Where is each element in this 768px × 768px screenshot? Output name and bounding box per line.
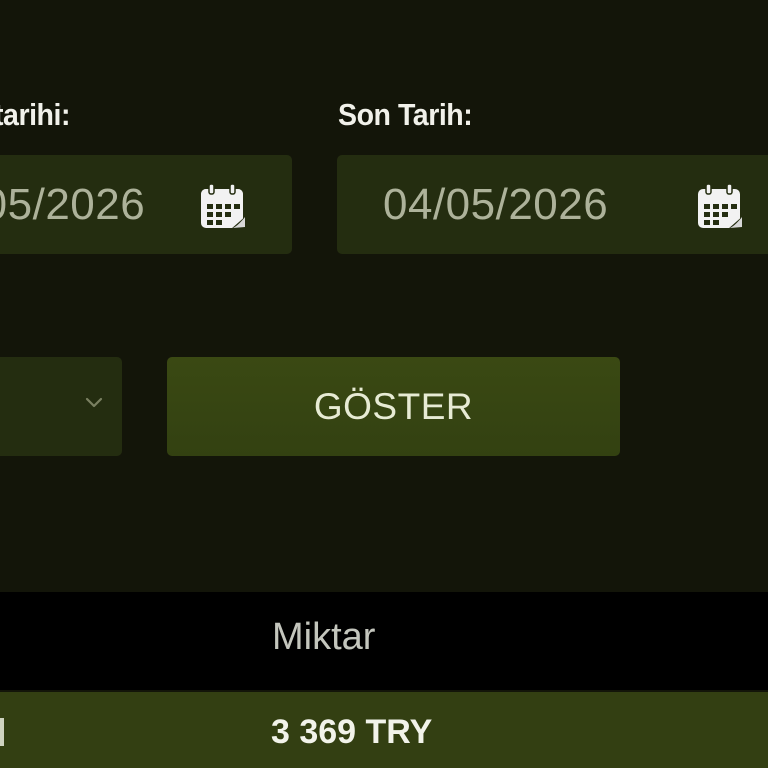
calendar-icon[interactable] xyxy=(694,182,746,234)
show-button[interactable]: GÖSTER xyxy=(167,357,620,456)
transaction-filter-page: tarihi: 04/05/2026 Son Tarih: 0 xyxy=(0,0,768,768)
start-date-value: 04/05/2026 xyxy=(0,180,146,229)
calendar-icon[interactable] xyxy=(197,182,249,234)
row-edge-mark xyxy=(0,718,4,746)
start-date-label: tarihi: xyxy=(0,97,71,132)
end-date-value: 04/05/2026 xyxy=(383,180,609,229)
table-row: 3 369 TRY xyxy=(0,692,768,768)
table-header: Miktar xyxy=(0,592,768,690)
end-date-label: Son Tarih: xyxy=(338,97,473,132)
column-header-amount: Miktar xyxy=(272,616,376,658)
end-date-field[interactable]: 04/05/2026 xyxy=(337,155,768,254)
start-date-field[interactable]: 04/05/2026 xyxy=(0,155,292,254)
filter-select[interactable] xyxy=(0,357,122,456)
amount-cell: 3 369 TRY xyxy=(271,713,433,751)
chevron-down-icon xyxy=(85,397,103,408)
